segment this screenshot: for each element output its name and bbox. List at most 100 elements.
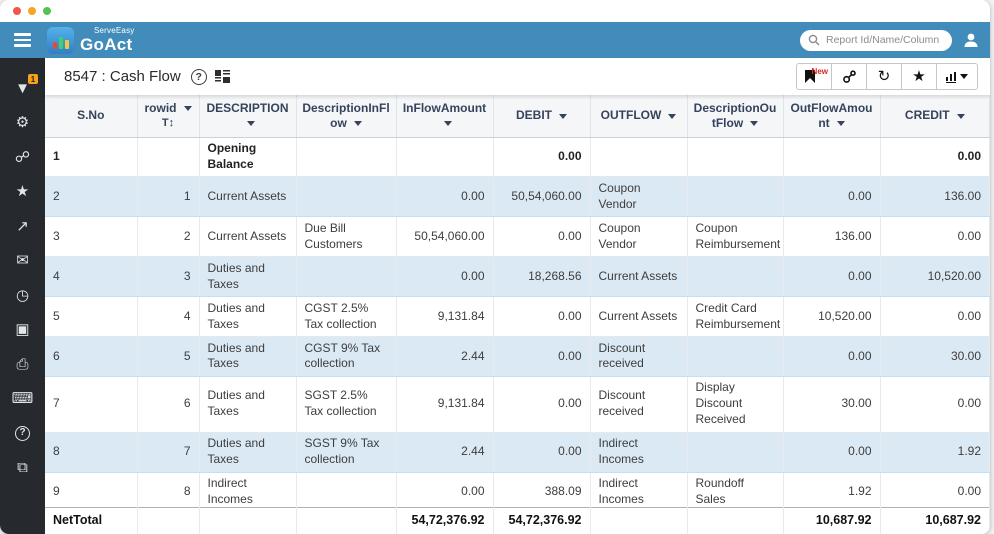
table-row[interactable]: 76Duties and TaxesSGST 2.5% Tax collecti… — [45, 376, 990, 432]
cell: Duties and Taxes — [199, 257, 296, 297]
sort-caret-icon — [668, 114, 676, 119]
bar-chart-icon — [946, 71, 957, 83]
column-header-descriptioninflow[interactable]: DescriptionInFlow — [296, 95, 396, 137]
app-window: ServeEasy GoAct ▼1⚙☍★↗✉◷▣⎙⌨?⧉ 8547 : Cas… — [0, 0, 990, 534]
new-badge: New — [812, 67, 828, 76]
cell: Indirect Incomes — [199, 472, 296, 506]
table-row[interactable]: 98Indirect Incomes0.00388.09Indirect Inc… — [45, 472, 990, 506]
bookmark-new-button[interactable]: New — [796, 63, 832, 90]
chevron-down-icon — [960, 74, 968, 79]
cell: 0.00 — [396, 472, 493, 506]
cell: Roundoff Sales — [687, 472, 783, 506]
cell: Coupon Vendor — [590, 217, 687, 257]
window-minimize-button[interactable] — [28, 7, 36, 15]
table-row[interactable]: 65Duties and TaxesCGST 9% Tax collection… — [45, 337, 990, 377]
cell: 0.00 — [493, 376, 590, 432]
search-icon — [808, 34, 820, 46]
cell — [590, 137, 687, 177]
settings-icon: ⚙ — [16, 115, 29, 130]
cell: Discount received — [590, 337, 687, 377]
sidebar-item-link[interactable]: ☍ — [0, 140, 45, 175]
sort-caret-icon — [750, 121, 758, 126]
chart-view-button[interactable] — [936, 63, 978, 90]
keyboard-icon: ⌨ — [12, 391, 34, 406]
report-search[interactable] — [800, 30, 952, 51]
table-row[interactable]: 32Current AssetsDue Bill Customers50,54,… — [45, 217, 990, 257]
user-profile-icon[interactable] — [962, 31, 980, 49]
sort-caret-icon — [837, 121, 845, 126]
refresh-button[interactable]: ↻ — [866, 63, 902, 90]
grid-scroll-area[interactable]: S.NorowidT↕DESCRIPTIONDescriptionInFlowI… — [45, 95, 990, 507]
column-header-outflow[interactable]: OUTFLOW — [590, 95, 687, 137]
net-total-value — [137, 507, 199, 534]
sidebar-item-print[interactable]: ⎙ — [0, 347, 45, 382]
cell: 30.00 — [880, 337, 990, 377]
sidebar-item-mail[interactable]: ✉ — [0, 244, 45, 279]
column-header-s-no: S.No — [45, 95, 137, 137]
sidebar-item-image[interactable]: ▣ — [0, 313, 45, 348]
column-header-credit[interactable]: CREDIT — [880, 95, 990, 137]
sort-caret-icon — [184, 106, 192, 111]
cell: SGST 9% Tax collection — [296, 432, 396, 472]
column-header-description[interactable]: DESCRIPTION — [199, 95, 296, 137]
cell — [296, 257, 396, 297]
net-total-value: 54,72,376.92 — [396, 507, 493, 534]
cell — [296, 472, 396, 506]
column-header-descriptionoutflow[interactable]: DescriptionOutFlow — [687, 95, 783, 137]
table-row[interactable]: 43Duties and Taxes0.0018,268.56Current A… — [45, 257, 990, 297]
cell: 9,131.84 — [396, 297, 493, 337]
brand-logo[interactable]: ServeEasy GoAct — [47, 27, 134, 54]
window-maximize-button[interactable] — [43, 7, 51, 15]
sidebar-item-copy[interactable]: ⧉ — [0, 451, 45, 486]
cell: 9 — [45, 472, 137, 506]
cell: 0.00 — [880, 376, 990, 432]
sidebar-item-history[interactable]: ◷ — [0, 278, 45, 313]
app-header: ServeEasy GoAct — [0, 22, 990, 58]
table-row[interactable]: 87Duties and TaxesSGST 9% Tax collection… — [45, 432, 990, 472]
cell: CGST 9% Tax collection — [296, 337, 396, 377]
cell: Coupon Vendor — [590, 177, 687, 217]
cell: Current Assets — [590, 297, 687, 337]
cell: 0.00 — [493, 297, 590, 337]
window-close-button[interactable] — [13, 7, 21, 15]
sidebar-item-share[interactable]: ↗ — [0, 209, 45, 244]
column-header-debit[interactable]: DEBIT — [493, 95, 590, 137]
cell: 50,54,060.00 — [493, 177, 590, 217]
table-row[interactable]: 1Opening Balance0.000.00 — [45, 137, 990, 177]
cell — [137, 137, 199, 177]
cell — [687, 137, 783, 177]
cell: Opening Balance — [199, 137, 296, 177]
search-input[interactable] — [824, 33, 944, 47]
sidebar-item-filter[interactable]: ▼1 — [0, 71, 45, 106]
cell: Credit Card Reimbursement — [687, 297, 783, 337]
help-icon[interactable]: ? — [191, 69, 207, 85]
brand-name: GoAct — [80, 36, 134, 53]
column-header-rowid[interactable]: rowidT↕ — [137, 95, 199, 137]
sidebar-item-favorites[interactable]: ★ — [0, 175, 45, 210]
link-icon: ☍ — [15, 150, 30, 165]
cell — [687, 337, 783, 377]
cell: 2 — [45, 177, 137, 217]
sort-indicator: T↕ — [143, 117, 194, 131]
table-row[interactable]: 21Current Assets0.0050,54,060.00Coupon V… — [45, 177, 990, 217]
favorite-button[interactable]: ★ — [901, 63, 937, 90]
cell: 8 — [137, 472, 199, 506]
cell: 10,520.00 — [783, 297, 880, 337]
print-icon: ⎙ — [16, 357, 28, 372]
cell: CGST 2.5% Tax collection — [296, 297, 396, 337]
column-header-inflowamount[interactable]: InFlowAmount — [396, 95, 493, 137]
report-grid-icon[interactable] — [215, 70, 230, 83]
cell — [396, 137, 493, 177]
cell: 7 — [45, 376, 137, 432]
menu-hamburger-icon[interactable] — [0, 33, 45, 47]
sidebar-nav: ▼1 ⚙ ☍ ★ ↗✉◷▣ ⎙ ⌨?⧉ — [0, 58, 45, 534]
table-row[interactable]: 54Duties and TaxesCGST 2.5% Tax collecti… — [45, 297, 990, 337]
column-header-outflowamount[interactable]: OutFlowAmount — [783, 95, 880, 137]
sidebar-item-keyboard[interactable]: ⌨ — [0, 382, 45, 417]
cell: 388.09 — [493, 472, 590, 506]
sidebar-item-settings[interactable]: ⚙ — [0, 106, 45, 141]
favorites-icon: ★ — [16, 184, 29, 199]
sidebar-item-help[interactable]: ? — [0, 416, 45, 451]
key-button[interactable] — [831, 63, 867, 90]
cell: 1.92 — [880, 432, 990, 472]
